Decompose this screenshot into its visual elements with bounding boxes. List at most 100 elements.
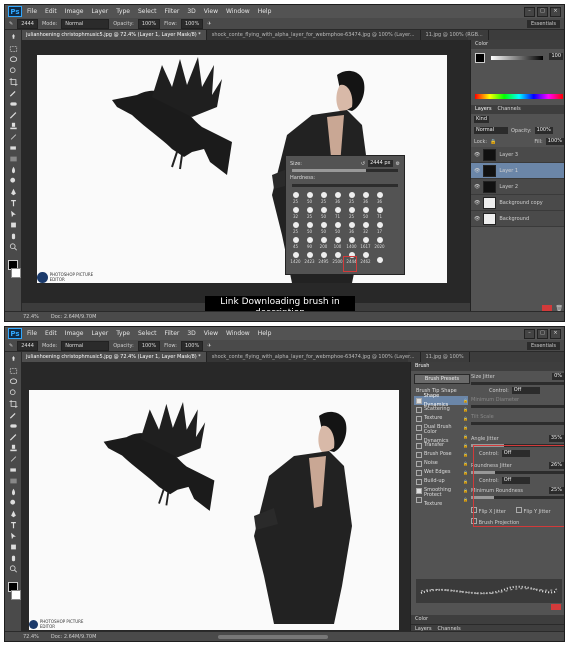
airbrush-icon[interactable]: ✈ <box>207 21 211 27</box>
quick-select-tool-icon[interactable] <box>8 67 18 75</box>
blur-tool-icon[interactable] <box>8 166 18 174</box>
brush-preset-cell[interactable]: 2423 <box>304 251 315 264</box>
channels-tab[interactable]: Channels <box>498 105 521 114</box>
menu-layer[interactable]: Layer <box>91 330 108 337</box>
maximize-icon[interactable]: □ <box>537 328 548 339</box>
menu-type[interactable]: Type <box>116 330 130 337</box>
eraser-tool-icon[interactable] <box>8 144 18 152</box>
type-tool-icon[interactable] <box>8 199 18 207</box>
lock-icon[interactable]: 🔒 <box>463 477 468 486</box>
checkbox[interactable] <box>416 424 422 431</box>
brush-tool-icon[interactable]: ✎ <box>9 21 13 27</box>
brush-preset-cell[interactable]: 1420 <box>290 251 301 264</box>
menu-file[interactable]: File <box>27 330 37 337</box>
blur-tool-icon[interactable] <box>8 488 18 496</box>
lock-icon[interactable]: 🔒 <box>463 405 468 414</box>
layer-row[interactable]: 👁 Layer 2 <box>471 179 564 195</box>
brush-preset-cell[interactable]: 25 <box>290 221 301 234</box>
brush-preset-cell[interactable]: 71 <box>332 206 343 219</box>
brush-tool-icon[interactable] <box>8 111 18 119</box>
blend-select[interactable]: Normal <box>474 127 508 134</box>
brush-preset-cell[interactable]: 25 <box>290 191 301 204</box>
zoom-tool-icon[interactable] <box>8 565 18 573</box>
background-color-swatch[interactable] <box>11 268 21 278</box>
zoom-tool-icon[interactable] <box>8 243 18 251</box>
move-tool-icon[interactable] <box>8 34 18 42</box>
type-tool-icon[interactable] <box>8 521 18 529</box>
brush-preset-cell[interactable]: 36 <box>360 191 371 204</box>
horizontal-scrollbar[interactable] <box>218 634 329 639</box>
fill-field[interactable]: 100% <box>545 138 564 145</box>
brush-preset-cell[interactable]: 25 <box>346 206 357 219</box>
path-select-icon[interactable] <box>8 210 18 218</box>
lasso-tool-icon[interactable] <box>8 378 18 386</box>
minimize-icon[interactable]: – <box>524 6 535 17</box>
menu-3d[interactable]: 3D <box>187 8 195 15</box>
brush-preset-cell[interactable]: 32 <box>360 221 371 234</box>
workspace-select[interactable]: Essentials <box>526 341 560 350</box>
checkbox[interactable] <box>416 397 422 404</box>
color-panel-title[interactable]: Color <box>475 40 488 49</box>
size-jitter-field[interactable]: 0% <box>552 373 564 380</box>
checkbox[interactable] <box>416 460 422 467</box>
lock-icon[interactable]: 🔒 <box>463 423 468 432</box>
doc-tab-1[interactable]: julianhoening christophmusic5.jpg @ 72.4… <box>21 30 207 40</box>
checkbox[interactable] <box>416 406 422 413</box>
doc-tab-2[interactable]: shock_conte_flying_with_alpha_layer_for_… <box>207 30 421 40</box>
menu-edit[interactable]: Edit <box>45 330 57 337</box>
visibility-eye-icon[interactable]: 👁 <box>474 184 480 190</box>
opacity-field[interactable]: 100% <box>137 340 161 351</box>
stamp-tool-icon[interactable] <box>8 444 18 452</box>
hardness-slider[interactable] <box>292 184 398 187</box>
layers-tab[interactable]: Layers <box>475 105 492 114</box>
lock-icon[interactable]: 🔒 <box>463 459 468 468</box>
checkbox[interactable] <box>416 415 422 422</box>
doc-tab-2[interactable]: shock_conte_flying_with_alpha_layer_for_… <box>207 352 421 362</box>
close-icon[interactable]: × <box>550 6 561 17</box>
lock-icon[interactable]: 🔒 <box>463 432 468 441</box>
minimize-icon[interactable]: – <box>524 328 535 339</box>
brush-preset-cell[interactable]: 1400 <box>346 236 357 249</box>
crop-tool-icon[interactable] <box>8 400 18 408</box>
checkbox[interactable] <box>416 469 422 476</box>
visibility-eye-icon[interactable]: 👁 <box>474 152 480 158</box>
eraser-tool-icon[interactable] <box>8 466 18 474</box>
brush-tool-icon[interactable]: ✎ <box>9 343 13 349</box>
fg-swatch[interactable] <box>475 53 485 63</box>
quick-select-tool-icon[interactable] <box>8 389 18 397</box>
color-spectrum[interactable] <box>475 94 563 99</box>
lock-icon[interactable]: 🔒 <box>463 414 468 423</box>
shape-tool-icon[interactable] <box>8 543 18 551</box>
brush-preset-cell[interactable]: 36 <box>374 191 385 204</box>
brush-preset-cell[interactable]: 200 <box>318 236 329 249</box>
brush-preset-cell[interactable]: 50 <box>318 221 329 234</box>
menu-help[interactable]: Help <box>258 8 272 15</box>
menu-view[interactable]: View <box>204 330 218 337</box>
menu-image[interactable]: Image <box>65 8 84 15</box>
brush-presets-button[interactable]: Brush Presets <box>414 374 470 384</box>
size-control-select[interactable]: Off <box>511 387 540 394</box>
new-preset-icon[interactable] <box>551 604 561 610</box>
layer-row[interactable]: 👁 Layer 3 <box>471 147 564 163</box>
flow-field[interactable]: 100% <box>180 340 204 351</box>
path-select-icon[interactable] <box>8 532 18 540</box>
tilt-scale-slider[interactable] <box>471 422 564 425</box>
hand-tool-icon[interactable] <box>8 554 18 562</box>
gradient-tool-icon[interactable] <box>8 477 18 485</box>
menu-filter[interactable]: Filter <box>165 8 180 15</box>
flow-field[interactable]: 100% <box>180 18 204 29</box>
brush-preset-cell[interactable]: 45 <box>290 236 301 249</box>
checkbox[interactable] <box>416 442 422 449</box>
size-jitter-slider[interactable] <box>471 382 564 385</box>
menu-type[interactable]: Type <box>116 8 130 15</box>
lock-icon[interactable]: 🔒 <box>490 139 496 145</box>
brush-preset-cell[interactable]: 32 <box>290 206 301 219</box>
airbrush-icon[interactable]: ✈ <box>207 343 211 349</box>
brush-preset-cell[interactable]: 50 <box>318 206 329 219</box>
opacity-field[interactable]: 100% <box>534 127 553 134</box>
dodge-tool-icon[interactable] <box>8 499 18 507</box>
eyedropper-tool-icon[interactable] <box>8 411 18 419</box>
background-color-swatch[interactable] <box>11 590 21 600</box>
crop-tool-icon[interactable] <box>8 78 18 86</box>
size-reset-icon[interactable]: ↺ <box>361 161 365 167</box>
